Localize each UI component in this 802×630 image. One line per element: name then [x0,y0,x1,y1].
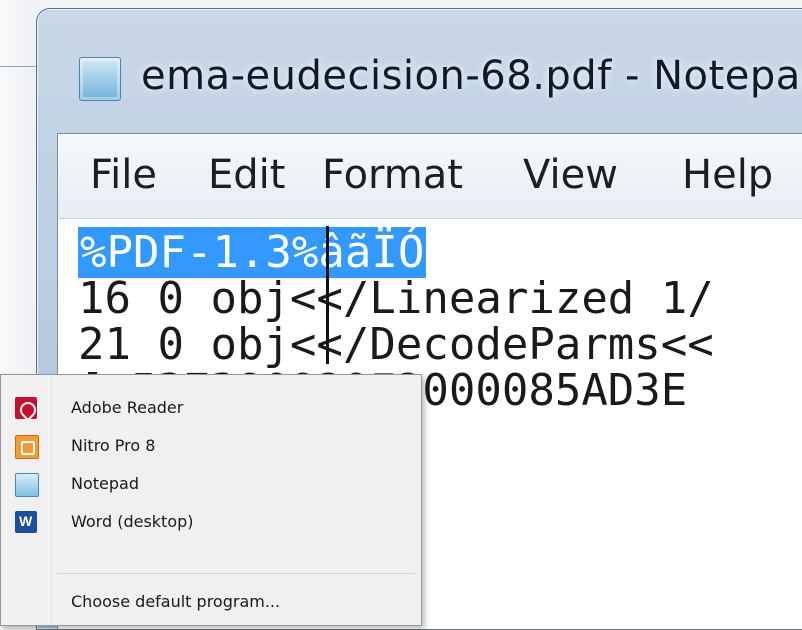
menu-item-notepad[interactable]: Notepad [1,465,421,503]
menu-item-label: Notepad [71,474,139,493]
editor-line-3[interactable]: 21 0 obj<</DecodeParms<< [78,322,714,368]
background-divider [0,66,40,67]
menu-item-label: Adobe Reader [71,398,184,417]
menu-item-label: Choose default program... [71,592,281,611]
menu-item-label: Word (desktop) [71,512,194,531]
selected-text[interactable]: %PDF-1.3%âãÏÓ [78,227,427,278]
nitro-pro-icon [15,435,39,459]
menu-view[interactable]: View [523,152,618,198]
menu-bar: File Edit Format View Help [58,134,802,219]
menu-file[interactable]: File [90,152,157,198]
notepad-icon [15,473,39,497]
menu-format[interactable]: Format [322,152,463,198]
text-caret [326,226,329,364]
adobe-reader-icon [15,397,37,419]
menu-item-word-desktop[interactable]: Word (desktop) [1,503,421,541]
title-bar[interactable]: ema-eudecision-68.pdf - Notepad [37,9,802,131]
menu-separator [57,573,415,574]
window-title: ema-eudecision-68.pdf - Notepad [141,53,802,99]
menu-help[interactable]: Help [682,152,773,198]
menu-item-adobe-reader[interactable]: Adobe Reader [1,389,421,427]
menu-item-label: Nitro Pro 8 [71,436,156,455]
editor-line-1[interactable]: %PDF-1.3%âãÏÓ [78,227,427,278]
menu-item-nitro-pro[interactable]: Nitro Pro 8 [1,427,421,465]
open-with-menu: Adobe Reader Nitro Pro 8 Notepad Word (d… [0,374,422,626]
word-icon [15,511,37,533]
editor-line-2[interactable]: 16 0 obj<</Linearized 1/ [78,276,714,322]
menu-edit[interactable]: Edit [208,152,285,198]
choose-default-program-item[interactable]: Choose default program... [1,583,421,621]
notepad-icon[interactable] [79,57,121,101]
